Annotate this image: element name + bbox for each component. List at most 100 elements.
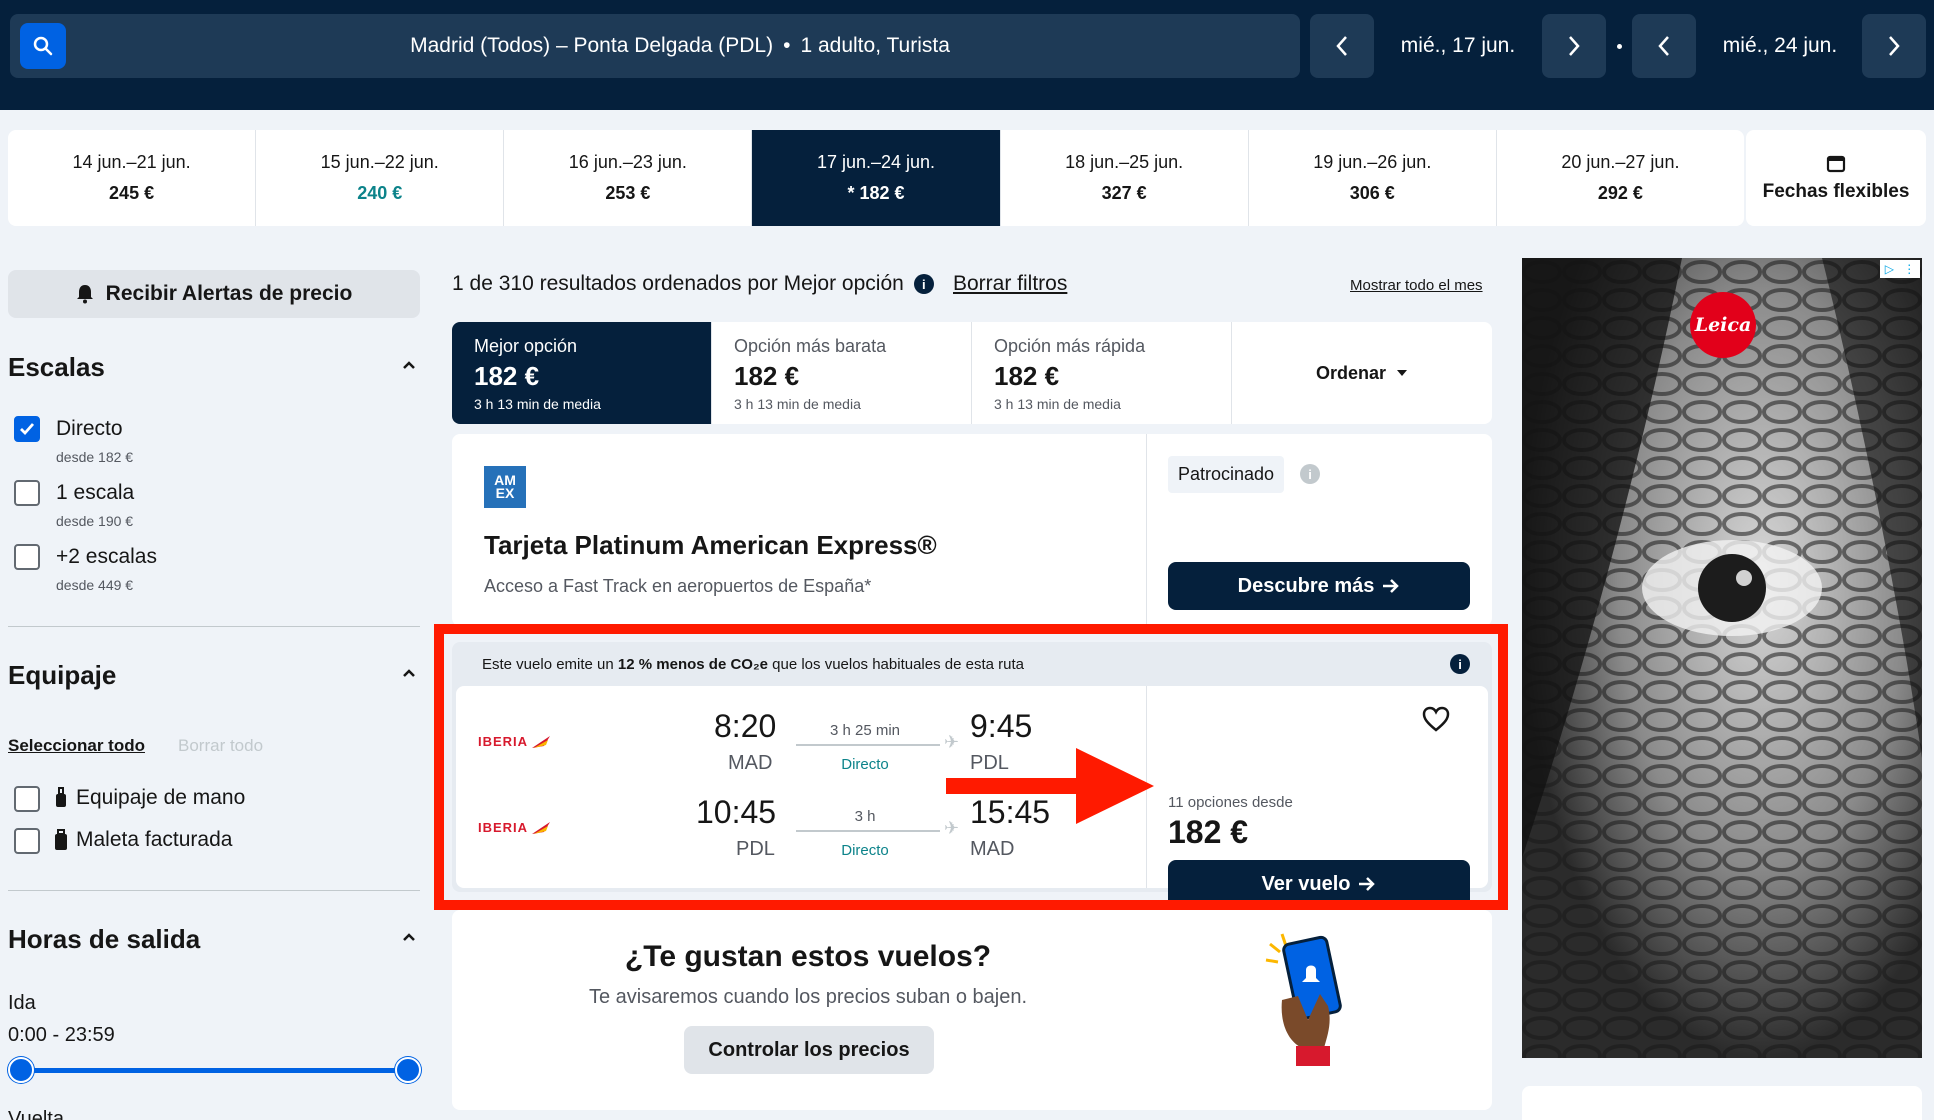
clear-filters-link[interactable]: Borrar filtros	[953, 272, 1067, 296]
discover-more-button[interactable]: Descubre más	[1168, 562, 1470, 610]
sort-tabs: Mejor opción 182 € 3 h 13 min de media O…	[452, 322, 1492, 424]
slider-max-handle[interactable]	[395, 1057, 421, 1083]
price-alerts-button[interactable]: Recibir Alertas de precio	[8, 270, 420, 318]
results-count: 1 de 310 resultados ordenados por Mejor …	[452, 272, 904, 295]
passengers-text: 1 adulto, Turista	[800, 34, 950, 57]
secondary-card	[1522, 1086, 1922, 1120]
red-arrow-annotation	[946, 748, 1154, 824]
arrow-right-icon	[1383, 579, 1400, 593]
date-range: 19 jun.–26 jun.	[1313, 152, 1432, 172]
date-option[interactable]: 16 jun.–23 jun. 253 €	[504, 130, 753, 226]
caret-down-icon	[1397, 370, 1408, 376]
checked-bag-option[interactable]: Maleta facturada	[54, 828, 232, 852]
ad-subtitle: Acceso a Fast Track en aeropuertos de Es…	[484, 576, 872, 596]
date-option[interactable]: 19 jun.–26 jun. 306 €	[1249, 130, 1497, 226]
sort-tab-best[interactable]: Mejor opción 182 € 3 h 13 min de media	[452, 322, 712, 424]
depart-prev-button[interactable]	[1310, 14, 1374, 78]
date-option[interactable]: 15 jun.–22 jun. 240 €	[256, 130, 505, 226]
date-range: 15 jun.–22 jun.	[320, 152, 439, 172]
carry-on-label: Equipaje de mano	[76, 786, 246, 809]
calendar-icon	[1826, 155, 1846, 173]
price-tracking-card: ¿Te gustan estos vuelos? Te avisaremos c…	[452, 910, 1492, 1110]
date-price: 245 €	[109, 183, 155, 203]
outbound-label: Ida	[8, 992, 36, 1014]
advertisement-banner[interactable]: Leica	[1522, 258, 1922, 1058]
carry-on-checkbox[interactable]	[14, 786, 40, 812]
tracking-title: ¿Te gustan estos vuelos?	[624, 940, 992, 973]
sort-tab-price: 182 €	[474, 361, 540, 391]
suitcase-icon	[55, 829, 67, 850]
return-next-button[interactable]	[1862, 14, 1926, 78]
stops-two-plus-label[interactable]: +2 escalas	[56, 545, 157, 569]
sort-dropdown[interactable]: Ordenar	[1232, 322, 1492, 424]
stops-direct-label[interactable]: Directo	[56, 417, 123, 441]
track-prices-button[interactable]: Controlar los precios	[684, 1026, 934, 1074]
date-option[interactable]: 14 jun.–21 jun. 245 €	[8, 130, 257, 226]
chevron-up-icon[interactable]	[402, 666, 416, 680]
chevron-up-icon[interactable]	[402, 358, 416, 372]
clear-all-link[interactable]: Borrar todo	[178, 736, 263, 756]
date-price: 240 €	[357, 183, 403, 203]
depart-date[interactable]: mié., 17 jun.	[1378, 14, 1538, 78]
chevron-right-icon	[1889, 36, 1900, 56]
phone-alert-illustration	[1265, 933, 1342, 1066]
date-option[interactable]: 20 jun.–27 jun. 292 €	[1497, 130, 1744, 226]
date-option[interactable]: 18 jun.–25 jun. 327 €	[1001, 130, 1249, 226]
adchoices-badge[interactable]: ▷ ⋮	[1880, 260, 1920, 278]
depart-next-button[interactable]	[1542, 14, 1606, 78]
outbound-time-slider[interactable]	[20, 1068, 408, 1073]
search-summary-text: Madrid (Todos) – Ponta Delgada (PDL) • 1…	[70, 14, 1290, 78]
sort-dropdown-label: Ordenar	[1315, 362, 1387, 383]
date-range: 18 jun.–25 jun.	[1065, 152, 1184, 172]
adchoices-icon: ▷	[1884, 262, 1894, 276]
separator-dot: •	[783, 34, 791, 57]
baggage-title: Equipaje	[8, 660, 117, 690]
date-option-selected[interactable]: 17 jun.–24 jun. * 182 €	[752, 130, 1001, 226]
departure-times-title: Horas de salida	[8, 924, 201, 954]
flexible-dates-button[interactable]: Fechas flexibles	[1746, 130, 1926, 226]
search-icon	[33, 36, 53, 56]
search-button[interactable]	[20, 23, 66, 69]
date-price: * 182 €	[847, 183, 905, 203]
sort-tab-duration: 3 h 13 min de media	[734, 396, 861, 412]
carry-on-bag-icon	[56, 787, 66, 807]
ad-title: Tarjeta Platinum American Express®	[484, 530, 937, 560]
chevron-left-icon	[1658, 36, 1669, 56]
stops-two-plus-checkbox[interactable]	[14, 544, 40, 570]
more-options-icon: ⋮	[1903, 262, 1916, 276]
date-range: 20 jun.–27 jun.	[1561, 152, 1680, 172]
search-summary-bar[interactable]: Madrid (Todos) – Ponta Delgada (PDL) • 1…	[10, 14, 1300, 78]
date-range: 16 jun.–23 jun.	[568, 152, 687, 172]
return-date[interactable]: mié., 24 jun.	[1700, 14, 1860, 78]
stops-direct-checkbox[interactable]	[14, 416, 40, 442]
stops-one-label[interactable]: 1 escala	[56, 481, 134, 505]
stops-one-checkbox[interactable]	[14, 480, 40, 506]
info-icon[interactable]: i	[1300, 464, 1320, 484]
sort-tab-cheapest[interactable]: Opción más barata 182 € 3 h 13 min de me…	[712, 322, 972, 424]
top-header: Madrid (Todos) – Ponta Delgada (PDL) • 1…	[0, 0, 1934, 110]
route-text: Madrid (Todos) – Ponta Delgada (PDL)	[410, 34, 774, 57]
return-label: Vuelta	[8, 1108, 64, 1120]
portrait-photo	[1522, 258, 1922, 1058]
stops-two-plus-price: desde 449 €	[56, 577, 134, 593]
chevron-right-icon	[1569, 36, 1580, 56]
sponsored-ad-card[interactable]: AM EX Tarjeta Platinum American Express®…	[452, 434, 1492, 626]
date-range: 17 jun.–24 jun.	[816, 152, 936, 172]
slider-min-handle[interactable]	[8, 1057, 34, 1083]
return-prev-button[interactable]	[1632, 14, 1696, 78]
sidebar-divider	[8, 890, 420, 891]
select-all-link[interactable]: Seleccionar todo	[8, 736, 145, 756]
show-month-link[interactable]: Mostrar todo el mes	[1350, 277, 1483, 294]
sort-tab-fastest[interactable]: Opción más rápida 182 € 3 h 13 min de me…	[972, 322, 1232, 424]
checked-bag-label: Maleta facturada	[76, 828, 233, 851]
chevron-up-icon[interactable]	[402, 930, 416, 944]
info-icon[interactable]: i	[913, 274, 934, 294]
date-price: 253 €	[605, 183, 651, 203]
sort-tab-title: Opción más barata	[734, 336, 887, 356]
flexible-dates-label: Fechas flexibles	[1762, 181, 1910, 202]
date-price-strip: 14 jun.–21 jun. 245 € 15 jun.–22 jun. 24…	[8, 130, 1744, 226]
carry-on-option[interactable]: Equipaje de mano	[54, 786, 245, 810]
checked-bag-checkbox[interactable]	[14, 828, 40, 854]
tracking-subtitle: Te avisaremos cuando los precios suban o…	[588, 986, 1028, 1008]
sort-tab-title: Opción más rápida	[994, 336, 1146, 356]
